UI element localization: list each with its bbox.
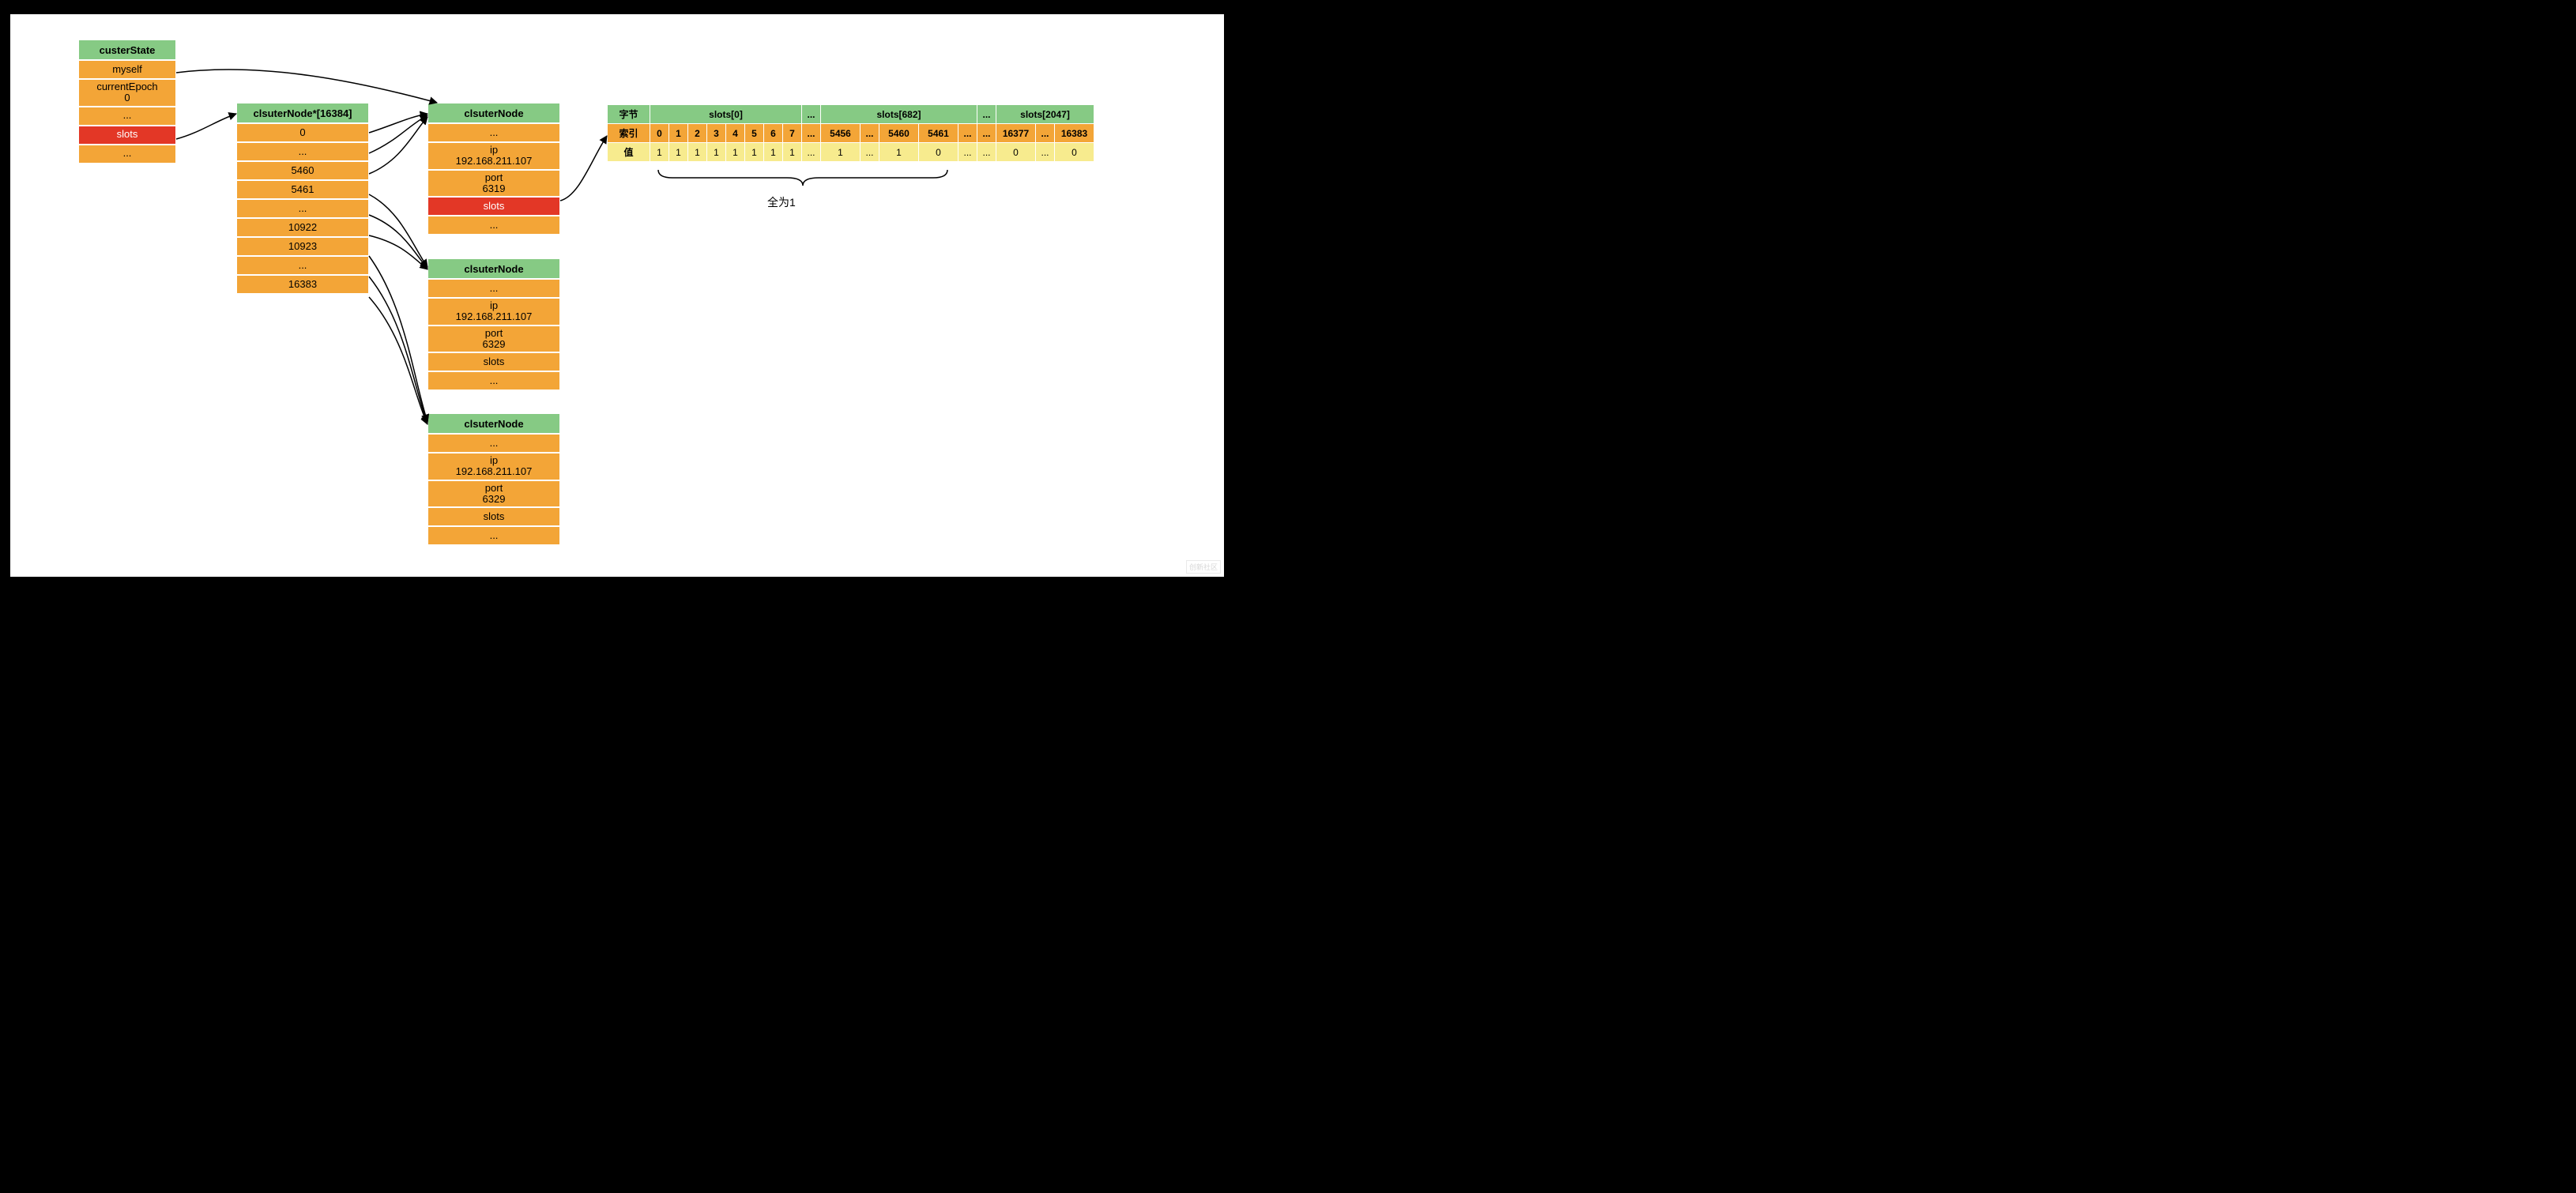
box-row: currentEpoch0 (78, 79, 176, 107)
box-header: clsuterNode*[16384] (236, 103, 369, 123)
value-cell: 0 (996, 143, 1036, 162)
value-cell: 0 (919, 143, 958, 162)
value-cell: 1 (783, 143, 802, 162)
box-header: clsuterNode (427, 103, 560, 123)
box-row: 10923 (236, 237, 369, 256)
box-row: ip192.168.211.107 (427, 453, 560, 480)
index-cell: ... (861, 124, 879, 143)
value-cell: 1 (821, 143, 861, 162)
group-header: slots[2047] (996, 105, 1094, 124)
value-cell: 1 (669, 143, 688, 162)
group-header: slots[0] (650, 105, 802, 124)
index-cell: 4 (726, 124, 745, 143)
row-label-index: 索引 (608, 124, 650, 143)
box-row: port6329 (427, 326, 560, 353)
index-cell: 7 (783, 124, 802, 143)
box-header: clsuterNode (427, 413, 560, 434)
cluster-node-array-box: clsuterNode*[16384]0...54605461...109221… (236, 103, 369, 294)
group-header: slots[682] (821, 105, 977, 124)
index-cell: 5 (745, 124, 764, 143)
cluster-node-1-box: clsuterNode...ip192.168.211.107port6319s… (427, 103, 560, 235)
box-row: slots (427, 352, 560, 371)
index-cell: 1 (669, 124, 688, 143)
value-cell: 1 (764, 143, 783, 162)
cluster-node-2-box: clsuterNode...ip192.168.211.107port6329s… (427, 258, 560, 390)
index-cell: 0 (650, 124, 669, 143)
cluster-state-box: custerStatemyselfcurrentEpoch0...slots..… (78, 40, 176, 164)
value-cell: 1 (745, 143, 764, 162)
group-header: ... (802, 105, 821, 124)
value-cell: ... (802, 143, 821, 162)
box-row: slots (427, 507, 560, 526)
value-cell: 1 (707, 143, 726, 162)
box-row: ip192.168.211.107 (427, 298, 560, 326)
index-cell: 5460 (879, 124, 919, 143)
box-row: slots (427, 197, 560, 216)
box-row: ... (427, 526, 560, 545)
box-row: ... (78, 145, 176, 164)
box-row: ... (427, 371, 560, 390)
box-row: 10922 (236, 218, 369, 237)
diagram-canvas: custerStatemyselfcurrentEpoch0...slots..… (10, 14, 1224, 577)
cluster-node-3-box: clsuterNode...ip192.168.211.107port6329s… (427, 413, 560, 545)
value-cell: 1 (688, 143, 707, 162)
index-cell: 5456 (821, 124, 861, 143)
index-cell: 5461 (919, 124, 958, 143)
value-cell: 1 (650, 143, 669, 162)
box-row: port6329 (427, 480, 560, 508)
slot-bit-table: 字节slots[0]...slots[682]...slots[2047]索引0… (607, 104, 1094, 162)
index-cell: ... (802, 124, 821, 143)
index-cell: 3 (707, 124, 726, 143)
index-cell: 2 (688, 124, 707, 143)
watermark: 创新社区 (1186, 560, 1221, 574)
box-row: ... (427, 434, 560, 453)
group-header: ... (977, 105, 996, 124)
box-row: ... (427, 279, 560, 298)
index-cell: ... (977, 124, 996, 143)
value-cell: 0 (1055, 143, 1094, 162)
box-header: clsuterNode (427, 258, 560, 279)
box-row: 5460 (236, 161, 369, 180)
box-row: ... (78, 107, 176, 126)
box-row: ip192.168.211.107 (427, 142, 560, 170)
row-label-byte: 字节 (608, 105, 650, 124)
value-cell: ... (958, 143, 977, 162)
index-cell: ... (1036, 124, 1055, 143)
index-cell: 6 (764, 124, 783, 143)
value-cell: 1 (879, 143, 919, 162)
value-cell: ... (1036, 143, 1055, 162)
row-label-value: 值 (608, 143, 650, 162)
value-cell: ... (861, 143, 879, 162)
connector-arrows (10, 14, 1224, 577)
brace-label: 全为1 (767, 194, 796, 210)
box-header: custerState (78, 40, 176, 60)
box-row: 0 (236, 123, 369, 142)
box-row: 16383 (236, 275, 369, 294)
box-row: ... (236, 256, 369, 275)
box-row: port6319 (427, 170, 560, 198)
value-cell: ... (977, 143, 996, 162)
value-cell: 1 (726, 143, 745, 162)
box-row: ... (236, 142, 369, 161)
index-cell: 16377 (996, 124, 1036, 143)
index-cell: 16383 (1055, 124, 1094, 143)
brace-icon (657, 168, 949, 190)
box-row: 5461 (236, 180, 369, 199)
box-row: slots (78, 126, 176, 145)
box-row: myself (78, 60, 176, 79)
box-row: ... (236, 199, 369, 218)
index-cell: ... (958, 124, 977, 143)
box-row: ... (427, 216, 560, 235)
box-row: ... (427, 123, 560, 142)
